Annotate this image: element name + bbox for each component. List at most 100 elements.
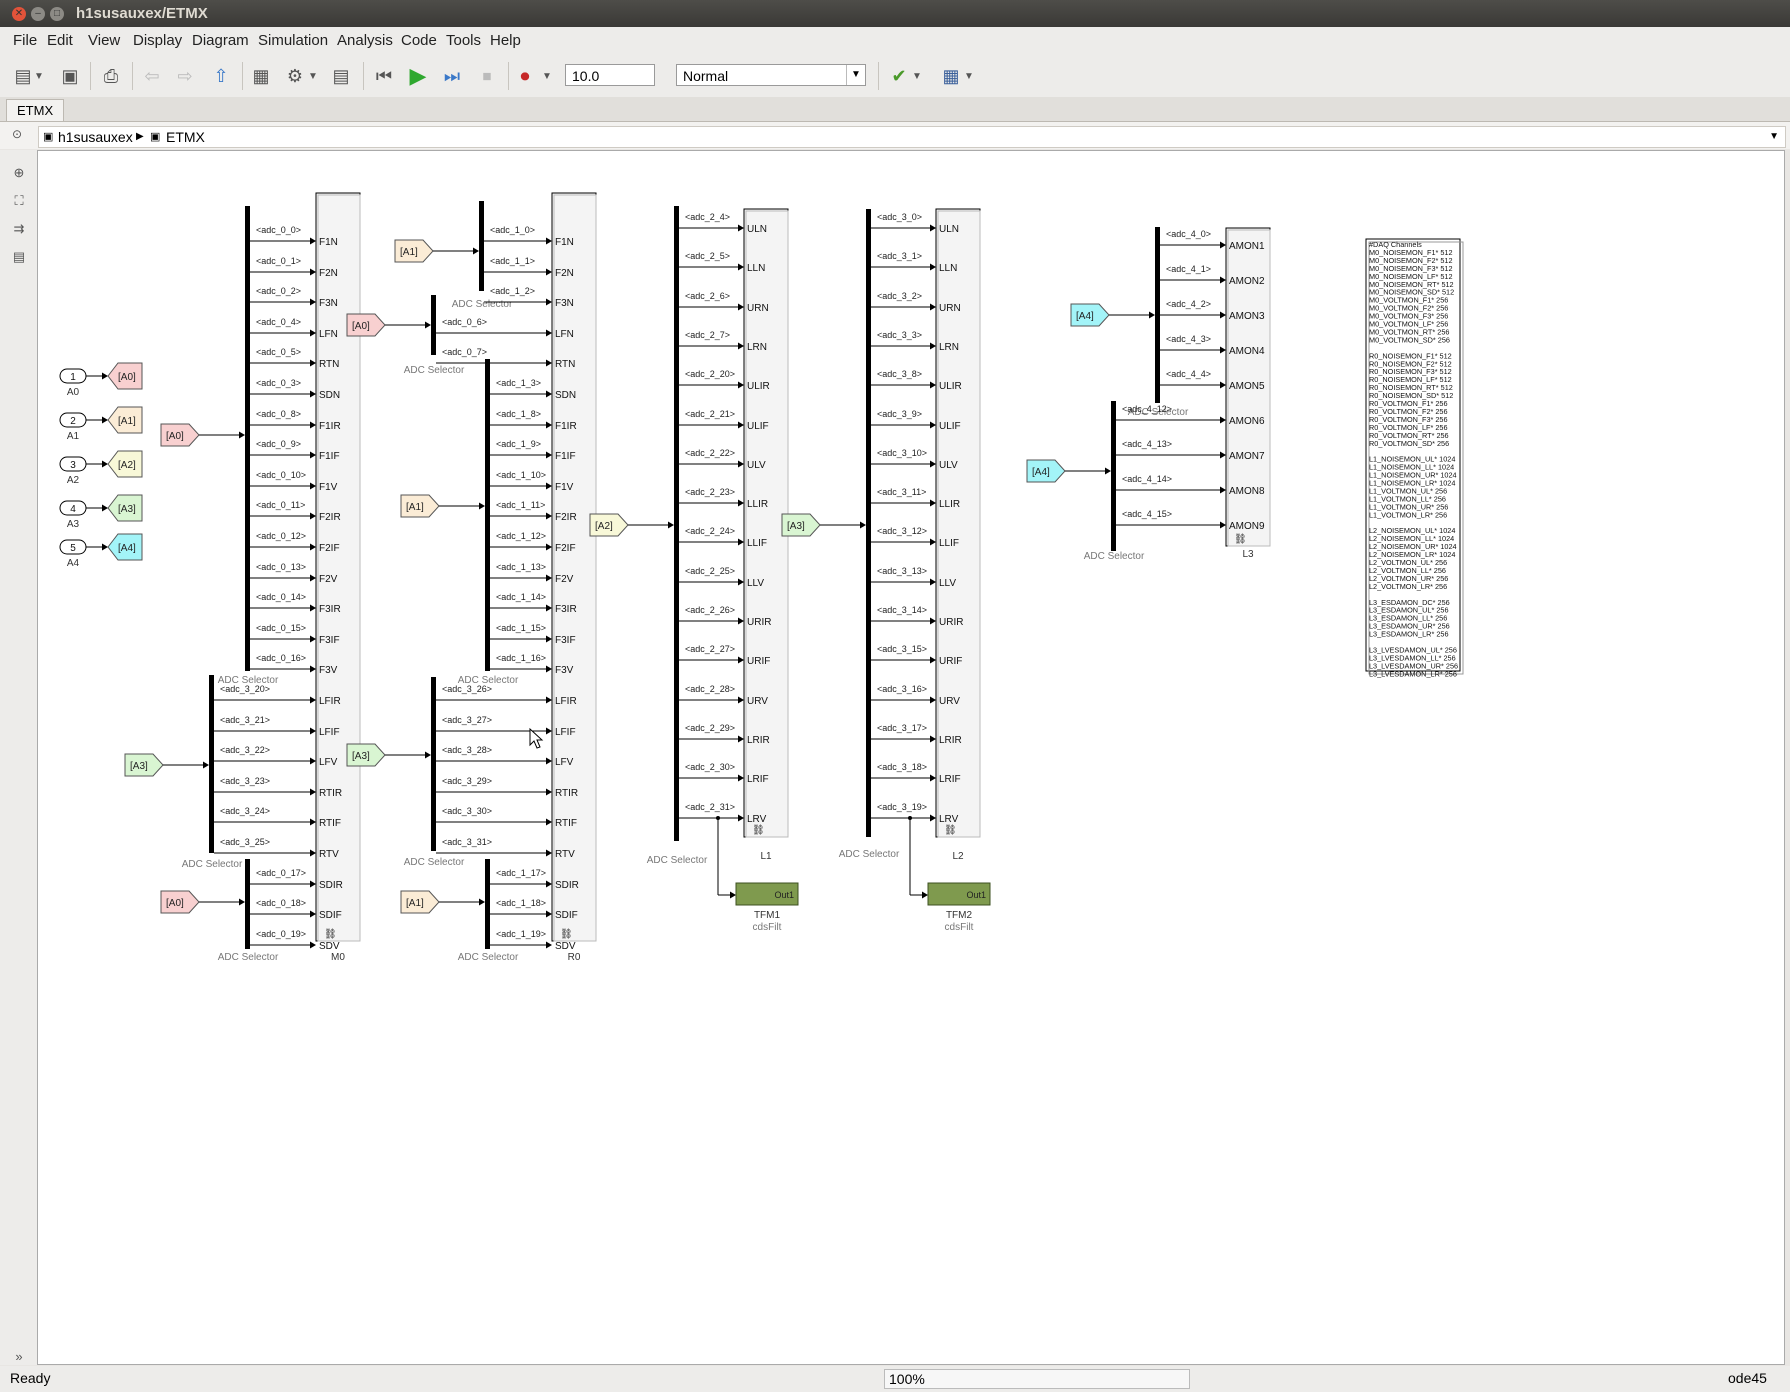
adc-selector-bar[interactable] — [209, 675, 214, 853]
annotation-icon[interactable]: ▤ — [10, 248, 28, 266]
subsystem-m0[interactable]: F1N F2N F3N LFN RTN SDN F1IR F1IF F1V F2IR F2IF F2V… — [315, 192, 361, 963]
adc-selector-bar[interactable] — [866, 209, 871, 837]
from-tag-a1[interactable]: [A1] — [400, 890, 440, 914]
adc-selector-bar[interactable] — [1155, 227, 1160, 403]
forward-icon[interactable]: ⇨ — [172, 63, 198, 89]
arrow-direction-icon[interactable]: ⇉ — [10, 220, 28, 238]
signal-line-head — [738, 617, 744, 625]
menu-code[interactable]: Code — [401, 32, 437, 49]
subsystem-port-rtif: RTIF — [319, 818, 341, 829]
adc-selector-bar[interactable] — [485, 859, 490, 949]
record-icon[interactable]: ⏺ — [512, 63, 538, 89]
from-tag-a1[interactable]: [A1] — [394, 239, 434, 263]
inport-a2[interactable]: 3A2 — [59, 456, 87, 486]
selector-input-line-head — [203, 761, 209, 769]
from-tag-a3[interactable]: [A3] — [124, 753, 164, 777]
build-icon[interactable]: ▦ — [938, 63, 964, 89]
subsystem-port-ulir: ULIR — [939, 381, 962, 392]
subsystem-l2[interactable]: ULN LLN URN LRN ULIR ULIF ULV LLIR LLIF LLV URIR UR… — [935, 208, 981, 862]
menu-diagram[interactable]: Diagram — [192, 32, 249, 49]
menu-edit[interactable]: Edit — [47, 32, 73, 49]
adc-selector-bar[interactable] — [431, 677, 436, 851]
signal-line-head — [1220, 276, 1226, 284]
from-tag-a3[interactable]: [A3] — [781, 513, 821, 537]
from-tag-a3[interactable]: [A3] — [346, 743, 386, 767]
tab-etmx[interactable]: ETMX — [6, 99, 65, 121]
menu-display[interactable]: Display — [133, 32, 182, 49]
build-dropdown-icon[interactable]: ▼ — [962, 63, 976, 89]
library-browser-icon[interactable]: ▦ — [248, 63, 274, 89]
inport-a0[interactable]: 1A0 — [59, 368, 87, 398]
from-tag-a0[interactable]: [A0] — [346, 313, 386, 337]
maximize-icon[interactable]: □ — [50, 7, 64, 21]
goto-tag-a1[interactable]: [A1] — [107, 406, 143, 434]
signal-line-head — [1220, 346, 1226, 354]
adc-selector-bar[interactable] — [245, 206, 250, 671]
record-dropdown-icon[interactable]: ▼ — [540, 63, 554, 89]
signal-label: <adc_3_22> — [220, 745, 270, 755]
model-explorer-icon[interactable]: ▤ — [328, 63, 354, 89]
goto-tag-a3[interactable]: [A3] — [107, 494, 143, 522]
close-icon[interactable]: ✕ — [12, 7, 26, 21]
step-back-icon[interactable]: ⏮ — [371, 63, 397, 89]
from-tag-a4[interactable]: [A4] — [1026, 459, 1066, 483]
settings-dropdown-icon[interactable]: ▼ — [306, 63, 320, 89]
adc-selector-bar[interactable] — [245, 859, 250, 949]
from-tag-a2[interactable]: [A2] — [589, 513, 629, 537]
up-to-parent-icon[interactable]: ⇧ — [208, 63, 234, 89]
diagram-canvas[interactable]: 1 A0 [A0] 2 A1 [A1] 3 A2 [A2] 4 A3 [A3] 5 A4 [A4] [A0] A… — [37, 150, 1785, 1365]
from-tag-a1[interactable]: [A1] — [400, 494, 440, 518]
menu-help[interactable]: Help — [490, 32, 521, 49]
subsystem-name: M0 — [331, 952, 345, 963]
model-settings-icon[interactable]: ⚙ — [282, 63, 308, 89]
hide-browser-icon[interactable]: ⊙ — [12, 127, 22, 141]
subsystem-r0[interactable]: F1N F2N F3N LFN RTN SDN F1IR F1IF F1V F2IR F2IF F2V… — [551, 192, 597, 963]
from-tag-a4[interactable]: [A4] — [1070, 303, 1110, 327]
subsystem-port-rtn: RTN — [555, 359, 575, 370]
goto-tag-a4[interactable]: [A4] — [107, 533, 143, 561]
adc-selector-bar[interactable] — [674, 206, 679, 841]
daq-channels-note[interactable]: #DAQ ChannelsM0_NOISEMON_F1* 512M0_NOISE… — [1365, 238, 1464, 678]
block-diagram[interactable]: 1A0 [A0] 2A1 [A1] 3A2 [A2] 4A3 [A3] 5A4 [A4] [A0] A… — [38, 151, 1784, 1364]
inport-a4[interactable]: 5A4 — [59, 539, 87, 569]
inport-a1[interactable]: 2A1 — [59, 412, 87, 442]
inport-a3[interactable]: 4A3 — [59, 500, 87, 530]
menu-simulation[interactable]: Simulation — [258, 32, 328, 49]
goto-tag-a2[interactable]: [A2] — [107, 450, 143, 478]
stop-time-input[interactable]: 10.0 — [565, 64, 655, 86]
adc-selector-bar[interactable] — [431, 295, 436, 355]
save-icon[interactable]: ▣ — [57, 63, 83, 89]
filter-tfm1[interactable]: Out1 TFM1cdsFilt — [735, 882, 799, 933]
minimize-icon[interactable]: – — [31, 7, 45, 21]
back-icon[interactable]: ⇦ — [139, 63, 165, 89]
filter-tfm2[interactable]: Out1 TFM2cdsFilt — [927, 882, 991, 933]
stop-icon[interactable]: ⏹ — [474, 63, 500, 89]
advisor-dropdown-icon[interactable]: ▼ — [910, 63, 924, 89]
model-advisor-icon[interactable]: ✔ — [886, 63, 912, 89]
menu-view[interactable]: View — [88, 32, 120, 49]
new-dropdown-icon[interactable]: ▼ — [32, 63, 46, 89]
from-tag-a0[interactable]: [A0] — [160, 423, 200, 447]
subsystem-port-f3v: F3V — [555, 665, 574, 676]
adc-selector-bar[interactable] — [485, 359, 490, 671]
goto-tag-a0[interactable]: [A0] — [107, 362, 143, 390]
print-icon[interactable]: ⎙ — [98, 63, 124, 89]
simulation-mode-select[interactable]: Normal ▼ — [676, 64, 866, 86]
subsystem-l1[interactable]: ULN LLN URN LRN ULIR ULIF ULV LLIR LLIF LLV URIR UR… — [743, 208, 789, 862]
adc-selector-bar[interactable] — [1111, 401, 1116, 551]
menu-analysis[interactable]: Analysis — [337, 32, 393, 49]
fit-to-view-icon[interactable]: ⛶ — [10, 192, 28, 210]
run-icon[interactable]: ▶ — [405, 63, 431, 89]
subsystem-l3[interactable]: AMON1 AMON2 AMON3 AMON4 AMON5 AMON6 AMON7 AMON8… — [1225, 227, 1271, 560]
adc-selector-bar[interactable] — [479, 201, 484, 291]
from-tag-a0[interactable]: [A0] — [160, 890, 200, 914]
breadcrumb-current[interactable]: ETMX — [166, 127, 205, 147]
zoom-icon[interactable]: ⊕ — [10, 164, 28, 182]
breadcrumb-root[interactable]: h1susauxex — [58, 127, 133, 147]
menu-file[interactable]: File — [13, 32, 37, 49]
step-forward-icon[interactable]: ⏭ — [439, 63, 465, 89]
menu-tools[interactable]: Tools — [446, 32, 481, 49]
signal-line-head — [1220, 416, 1226, 424]
expand-palette-icon[interactable]: » — [10, 1348, 28, 1366]
address-dropdown-icon[interactable]: ▼ — [1769, 127, 1779, 147]
